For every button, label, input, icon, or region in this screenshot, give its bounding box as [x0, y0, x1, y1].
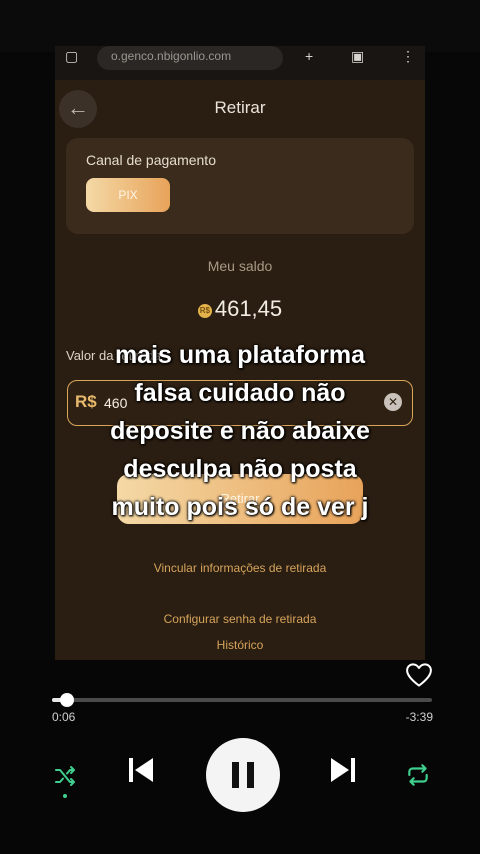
caption-line: mais uma plataforma — [114, 341, 366, 369]
pause-icon — [232, 762, 254, 788]
history-link[interactable]: Histórico — [55, 638, 425, 652]
caption-line: muito pois só de ver j — [111, 493, 369, 521]
repeat-icon[interactable] — [405, 762, 431, 788]
shuffle-active-dot — [63, 794, 67, 798]
url-bar[interactable]: o.genco.nbigonlio.com — [97, 46, 283, 70]
tab-icon[interactable]: ▢ — [65, 48, 78, 65]
previous-icon[interactable] — [126, 755, 156, 785]
caption-overlay: mais uma plataforma falsa cuidado não de… — [0, 336, 480, 526]
status-bar — [0, 0, 480, 52]
caption-line: falsa cuidado não — [134, 379, 346, 407]
seek-handle[interactable] — [60, 693, 75, 707]
browser-toolbar: ▢ o.genco.nbigonlio.com + ▣ ⋮ — [55, 46, 425, 80]
coin-icon: R$ — [197, 304, 212, 318]
pix-option-button[interactable]: PIX — [86, 178, 170, 212]
payment-channel-label: Canal de pagamento — [86, 152, 216, 168]
tabs-icon[interactable]: ▣ — [351, 48, 364, 65]
balance-value: 461,45 — [214, 296, 283, 321]
set-password-link[interactable]: Configurar senha de retirada — [55, 612, 425, 626]
balance-label: Meu saldo — [207, 258, 273, 274]
next-icon[interactable] — [328, 755, 358, 785]
seek-bar[interactable] — [52, 693, 432, 707]
bind-info-link[interactable]: Vincular informações de retirada — [55, 561, 425, 575]
media-player: 0:06 -3:39 — [0, 660, 480, 854]
balance-amount: R$ 461,45 — [55, 296, 425, 322]
add-tab-icon[interactable]: + — [305, 48, 313, 64]
heart-icon[interactable] — [404, 660, 434, 690]
more-menu-icon[interactable]: ⋮ — [401, 48, 415, 65]
caption-line: deposite e não abaixe — [110, 417, 370, 445]
pause-button[interactable] — [206, 738, 280, 812]
app-header: ← Retirar — [55, 80, 425, 136]
page-title: Retirar — [214, 98, 266, 117]
elapsed-time: 0:06 — [52, 710, 76, 724]
payment-channel-card: Canal de pagamento PIX — [66, 138, 414, 234]
caption-line: desculpa não posta — [123, 455, 357, 483]
remaining-time: -3:39 — [405, 710, 433, 724]
shuffle-icon[interactable] — [53, 764, 77, 788]
